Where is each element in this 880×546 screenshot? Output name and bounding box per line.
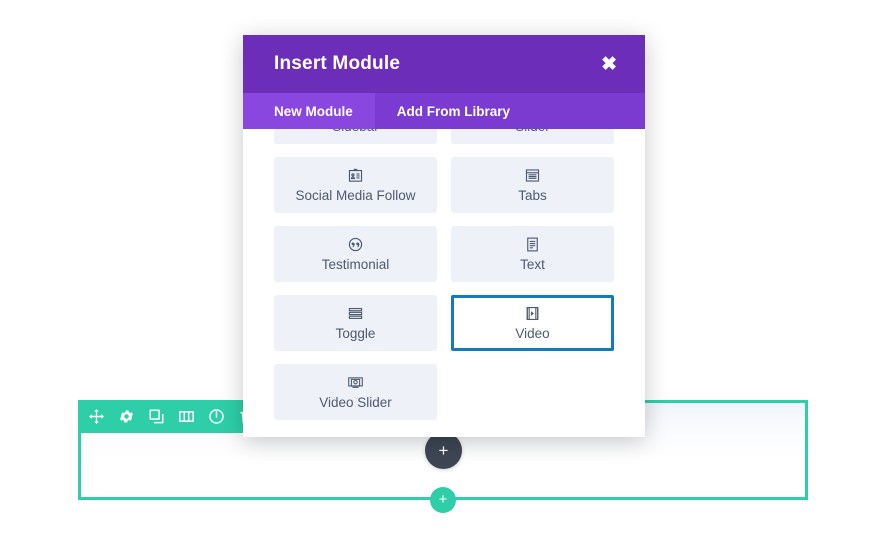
module-tile-tabs[interactable]: Tabs	[451, 157, 614, 213]
film-play-icon	[524, 305, 541, 322]
modal-header: Insert Module ✖	[243, 35, 645, 93]
tabs-icon	[524, 167, 541, 184]
module-tile-text[interactable]: Text	[451, 226, 614, 282]
module-tile-label: Tabs	[518, 188, 547, 204]
stacked-bars-icon	[347, 305, 364, 322]
move-arrows-icon[interactable]	[87, 407, 106, 426]
page-title: Insert Module	[274, 53, 401, 74]
columns-icon[interactable]	[177, 407, 196, 426]
module-tile-label: Social Media Follow	[295, 188, 416, 204]
contact-card-icon	[347, 167, 364, 184]
module-tile-label: Video Slider	[319, 395, 392, 411]
video-slider-icon	[347, 374, 364, 391]
insert-module-button[interactable]: +	[425, 432, 462, 469]
module-tile-social-media-follow[interactable]: Social Media Follow	[274, 157, 437, 213]
tab-add-from-library[interactable]: Add From Library	[375, 93, 532, 129]
add-row-button[interactable]: +	[430, 487, 456, 513]
module-tile-video[interactable]: Video	[451, 295, 614, 351]
power-icon[interactable]	[207, 407, 226, 426]
modal-tabbar: New Module Add From Library	[243, 93, 645, 129]
tab-new-module[interactable]: New Module	[243, 93, 375, 129]
module-tile-testimonial[interactable]: Testimonial	[274, 226, 437, 282]
insert-module-modal: Insert Module ✖ New Module Add From Libr…	[243, 35, 645, 437]
duplicate-icon[interactable]	[147, 407, 166, 426]
gear-icon[interactable]	[117, 407, 136, 426]
quote-circle-icon	[347, 236, 364, 253]
module-tile-label: Toggle	[335, 326, 376, 342]
plus-icon: +	[438, 440, 449, 460]
close-icon[interactable]: ✖	[595, 51, 623, 78]
module-grid-empty-cell	[451, 364, 614, 420]
plus-icon: +	[438, 491, 448, 508]
module-tile-label: Sidebar	[332, 129, 379, 134]
module-tile-toggle[interactable]: Toggle	[274, 295, 437, 351]
module-list-panel: Sidebar Slider	[243, 129, 645, 437]
module-tile-sidebar[interactable]: Sidebar	[274, 129, 437, 144]
document-lines-icon	[524, 236, 541, 253]
module-tile-label: Testimonial	[321, 257, 390, 273]
row-toolbar	[78, 400, 265, 433]
module-tile-label: Text	[520, 257, 545, 273]
module-tile-slider[interactable]: Slider	[451, 129, 614, 144]
module-tile-video-slider[interactable]: Video Slider	[274, 364, 437, 420]
module-tile-label: Video	[515, 326, 550, 342]
module-tile-label: Slider	[515, 129, 550, 134]
module-grid: Sidebar Slider	[274, 129, 614, 420]
